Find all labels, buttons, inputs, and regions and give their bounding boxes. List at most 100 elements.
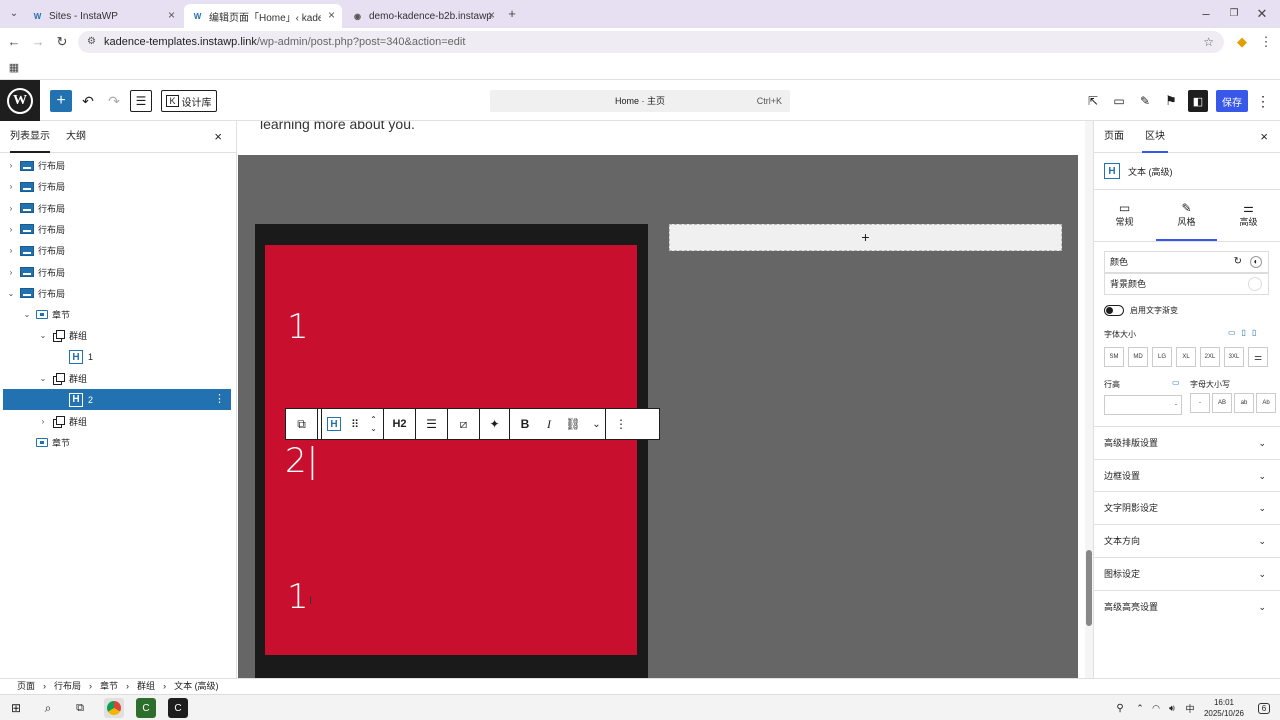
subtab-general[interactable]: ▭ 常规 bbox=[1094, 193, 1155, 241]
italic-icon[interactable]: I bbox=[540, 409, 558, 439]
list-view-item[interactable]: H1 bbox=[0, 347, 232, 368]
chevron-right-icon[interactable]: › bbox=[6, 161, 16, 170]
list-view-item[interactable]: ⌄ 行布局 bbox=[0, 283, 232, 304]
heading-level-button[interactable]: H2 bbox=[384, 409, 416, 439]
size-3xl-button[interactable]: 3XL bbox=[1224, 347, 1244, 367]
text-color-control[interactable]: 颜色 ↻ ◐ bbox=[1104, 251, 1269, 273]
color-swatch[interactable]: ◐ bbox=[1250, 256, 1262, 268]
breadcrumb-item[interactable]: 行布局 bbox=[54, 679, 81, 694]
case-upper-button[interactable]: AB bbox=[1212, 393, 1232, 413]
command-palette[interactable]: Home · 主页 Ctrl+K bbox=[490, 90, 790, 112]
size-xl-button[interactable]: XL bbox=[1176, 347, 1196, 367]
reset-icon[interactable]: ↻ bbox=[1234, 252, 1242, 272]
list-view-item[interactable]: › 行布局 bbox=[0, 262, 232, 283]
section-block[interactable]: 1 2| 1 I bbox=[265, 245, 637, 655]
block-type-icon[interactable]: H bbox=[322, 409, 346, 439]
minimize-icon[interactable]: – bbox=[1196, 4, 1216, 24]
new-tab-button[interactable]: + bbox=[502, 4, 522, 24]
settings-sidebar-icon[interactable]: ◧ bbox=[1188, 90, 1208, 112]
search-icon[interactable]: ⌕ bbox=[38, 698, 58, 718]
chrome-taskbar-icon[interactable] bbox=[104, 698, 124, 718]
canvas-scroll-thumb[interactable] bbox=[1086, 550, 1092, 626]
bold-icon[interactable]: B bbox=[510, 409, 540, 439]
paragraph-text[interactable]: learning more about you. bbox=[260, 121, 415, 132]
more-formats-chevron-icon[interactable]: ⌄ bbox=[588, 409, 606, 439]
browser-menu-icon[interactable]: ⋮ bbox=[1256, 32, 1276, 52]
size-md-button[interactable]: MD bbox=[1128, 347, 1148, 367]
align-left-icon[interactable]: ☰ bbox=[416, 409, 448, 439]
custom-size-icon[interactable]: ⚌ bbox=[1248, 347, 1268, 367]
tab-list-view[interactable]: 列表显示 bbox=[10, 121, 50, 153]
list-view-item[interactable]: › 行布局 bbox=[0, 240, 232, 261]
undo-icon[interactable]: ↶ bbox=[78, 90, 98, 112]
reload-icon[interactable]: ↻ bbox=[52, 32, 72, 52]
list-view-item[interactable]: › 行布局 bbox=[0, 155, 232, 176]
subtab-advanced[interactable]: ⚌ 高级 bbox=[1218, 193, 1279, 241]
tab-page[interactable]: 页面 bbox=[1104, 121, 1124, 153]
windows-start-icon[interactable]: ⊞ bbox=[6, 698, 26, 718]
settings-accordion[interactable]: 高级排版设置 ⌄ bbox=[1094, 426, 1280, 459]
empty-column-appender[interactable]: + bbox=[669, 224, 1062, 251]
document-overview-icon[interactable]: ☰ bbox=[130, 90, 152, 112]
item-options-icon[interactable]: ⋮ bbox=[214, 392, 225, 405]
case-lower-button[interactable]: ab bbox=[1234, 393, 1254, 413]
view-page-icon[interactable]: ⇱ bbox=[1084, 90, 1102, 112]
wordpress-logo[interactable]: W bbox=[0, 80, 40, 121]
list-view-item[interactable]: H 2 ⋮ bbox=[3, 389, 231, 411]
add-block-button[interactable]: + bbox=[50, 90, 72, 112]
select-parent-icon[interactable]: ⧉ bbox=[286, 409, 318, 439]
close-icon[interactable]: × bbox=[327, 8, 335, 22]
camtasia-icon[interactable]: C bbox=[136, 698, 156, 718]
close-icon[interactable]: × bbox=[214, 129, 222, 144]
desktop-icon[interactable]: ▭ bbox=[1172, 378, 1180, 387]
tools-icon[interactable]: ⚑ bbox=[1162, 90, 1180, 112]
breadcrumb-item[interactable]: 群组 bbox=[137, 679, 155, 694]
list-view-item[interactable]: › 行布局 bbox=[0, 219, 232, 240]
list-view-item[interactable]: ⌄ 群组 bbox=[0, 325, 232, 346]
chevron-right-icon[interactable]: › bbox=[6, 182, 16, 191]
close-icon[interactable]: × bbox=[168, 8, 175, 22]
color-swatch[interactable] bbox=[1248, 277, 1262, 291]
tab-search-icon[interactable]: ⌄ bbox=[4, 4, 24, 24]
app-icon[interactable]: C bbox=[168, 698, 188, 718]
notification-badge[interactable]: 6 bbox=[1254, 698, 1274, 718]
settings-accordion[interactable]: 高级高亮设置 ⌄ bbox=[1094, 589, 1280, 623]
line-height-input[interactable]: - bbox=[1104, 395, 1182, 415]
breadcrumb-item[interactable]: 页面 bbox=[17, 679, 35, 694]
case-none-button[interactable]: - bbox=[1190, 393, 1210, 413]
settings-accordion[interactable]: 文字阴影设定 ⌄ bbox=[1094, 491, 1280, 524]
list-view-item[interactable]: ⌄ 群组 bbox=[0, 368, 232, 389]
settings-accordion[interactable]: 图标设定 ⌄ bbox=[1094, 556, 1280, 590]
list-view-item[interactable]: ⌄ 章节 bbox=[0, 304, 232, 325]
site-info-icon[interactable]: ⚙ bbox=[87, 31, 96, 53]
size-2xl-button[interactable]: 2XL bbox=[1200, 347, 1220, 367]
forward-icon[interactable]: → bbox=[28, 32, 48, 52]
ai-sparkle-icon[interactable]: ✦ bbox=[480, 409, 510, 439]
block-options-icon[interactable]: ⋮ bbox=[606, 409, 636, 439]
design-library-button[interactable]: K 设计库 bbox=[161, 90, 217, 112]
background-color-control[interactable]: 背景颜色 bbox=[1104, 273, 1269, 295]
chevron-right-icon[interactable]: › bbox=[38, 417, 48, 426]
size-sm-button[interactable]: SM bbox=[1104, 347, 1124, 367]
subtab-style[interactable]: ✎ 风格 bbox=[1156, 193, 1217, 241]
chevron-right-icon[interactable]: › bbox=[6, 204, 16, 213]
chevron-down-icon[interactable]: ⌄ bbox=[22, 310, 32, 319]
bookmark-star-icon[interactable]: ☆ bbox=[1203, 31, 1214, 53]
settings-accordion[interactable]: 边框设置 ⌄ bbox=[1094, 458, 1280, 492]
breadcrumb-item[interactable]: 章节 bbox=[100, 679, 118, 694]
restore-icon[interactable]: ❐ bbox=[1224, 4, 1244, 24]
device-preview-icon[interactable]: ▭ bbox=[1110, 90, 1128, 112]
close-icon[interactable]: × bbox=[1260, 129, 1268, 144]
chevron-down-icon[interactable]: ⌄ bbox=[6, 289, 16, 298]
list-view-item[interactable]: › 行布局 bbox=[0, 176, 232, 197]
link-icon[interactable]: ⛓ bbox=[558, 409, 588, 439]
gradient-toggle[interactable] bbox=[1104, 305, 1124, 316]
list-view-item[interactable]: 章节 bbox=[0, 432, 232, 453]
chevron-down-icon[interactable]: ⌄ bbox=[38, 374, 48, 383]
settings-accordion[interactable]: 文本方向 ⌄ bbox=[1094, 524, 1280, 557]
save-button[interactable]: 保存 bbox=[1216, 90, 1248, 112]
extension-icon[interactable]: ◆ bbox=[1232, 32, 1252, 52]
tab-block[interactable]: 区块 bbox=[1142, 121, 1168, 153]
drag-handle-icon[interactable]: ⠿ bbox=[346, 409, 364, 439]
ime-indicator[interactable]: 中 bbox=[1180, 698, 1200, 718]
